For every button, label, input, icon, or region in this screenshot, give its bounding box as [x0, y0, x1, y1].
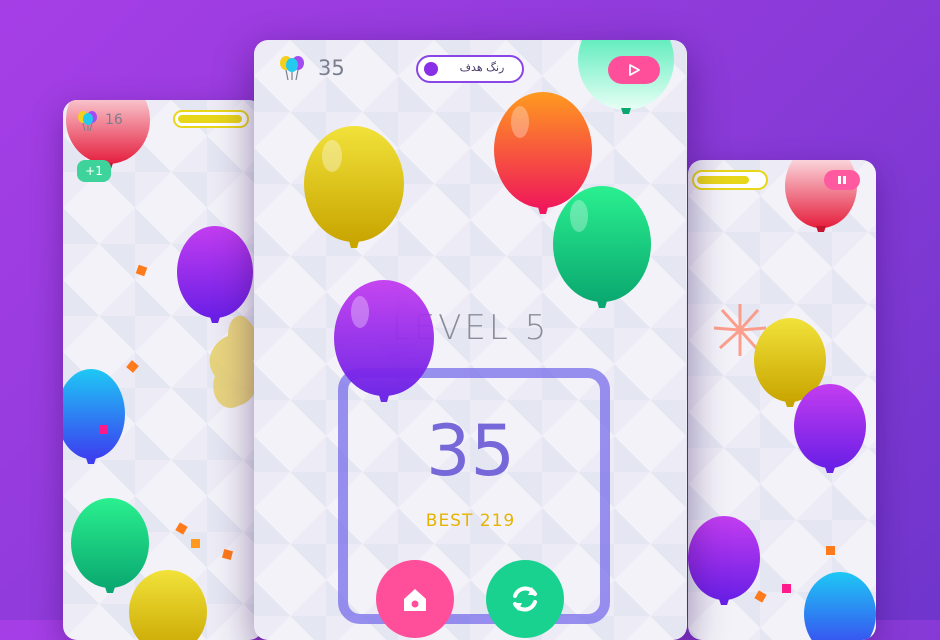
bonus-badge: +1: [77, 160, 111, 182]
main-game-screen: 35 رنگ هدف LEVEL 5 35 BEST 219: [254, 40, 687, 640]
balloon-yellow[interactable]: [127, 568, 209, 640]
left-game-screen: 16 +1: [63, 100, 263, 640]
target-color-pill: رنگ هدف: [416, 55, 524, 83]
balloon-counter: 16: [105, 112, 123, 128]
confetti: [191, 539, 200, 548]
confetti: [221, 548, 234, 561]
level-label: LEVEL 5: [391, 308, 550, 348]
confetti: [782, 584, 791, 593]
balloons-icon: [78, 111, 97, 132]
balloon-counter: 35: [318, 56, 345, 80]
target-color-label: رنگ هدف: [459, 61, 505, 74]
balloon-yellow[interactable]: [302, 126, 406, 252]
target-color-swatch: [424, 62, 438, 76]
confetti: [826, 546, 835, 555]
home-button[interactable]: [376, 560, 454, 638]
play-icon: [629, 64, 640, 76]
confetti: [135, 264, 148, 277]
balloon-purple[interactable]: [332, 280, 436, 408]
pause-button[interactable]: [824, 170, 860, 190]
confetti: [99, 425, 108, 434]
play-button[interactable]: [608, 56, 660, 84]
balloon-purple[interactable]: [792, 384, 868, 476]
score-value: 35: [425, 410, 516, 492]
right-game-screen: [688, 160, 876, 640]
restart-icon: [513, 586, 537, 612]
balloons-icon: [280, 56, 304, 81]
progress-bar: [692, 170, 768, 190]
restart-button[interactable]: [486, 560, 564, 638]
home-icon: [404, 589, 426, 611]
balloon-green[interactable]: [551, 186, 653, 312]
pause-icon: [838, 176, 846, 184]
balloon-purple[interactable]: [688, 516, 762, 608]
best-score: BEST 219: [425, 511, 516, 531]
confetti: [175, 522, 188, 535]
progress-bar: [173, 110, 249, 128]
balloon-blue[interactable]: [63, 368, 129, 468]
balloon-blue[interactable]: [802, 570, 876, 640]
